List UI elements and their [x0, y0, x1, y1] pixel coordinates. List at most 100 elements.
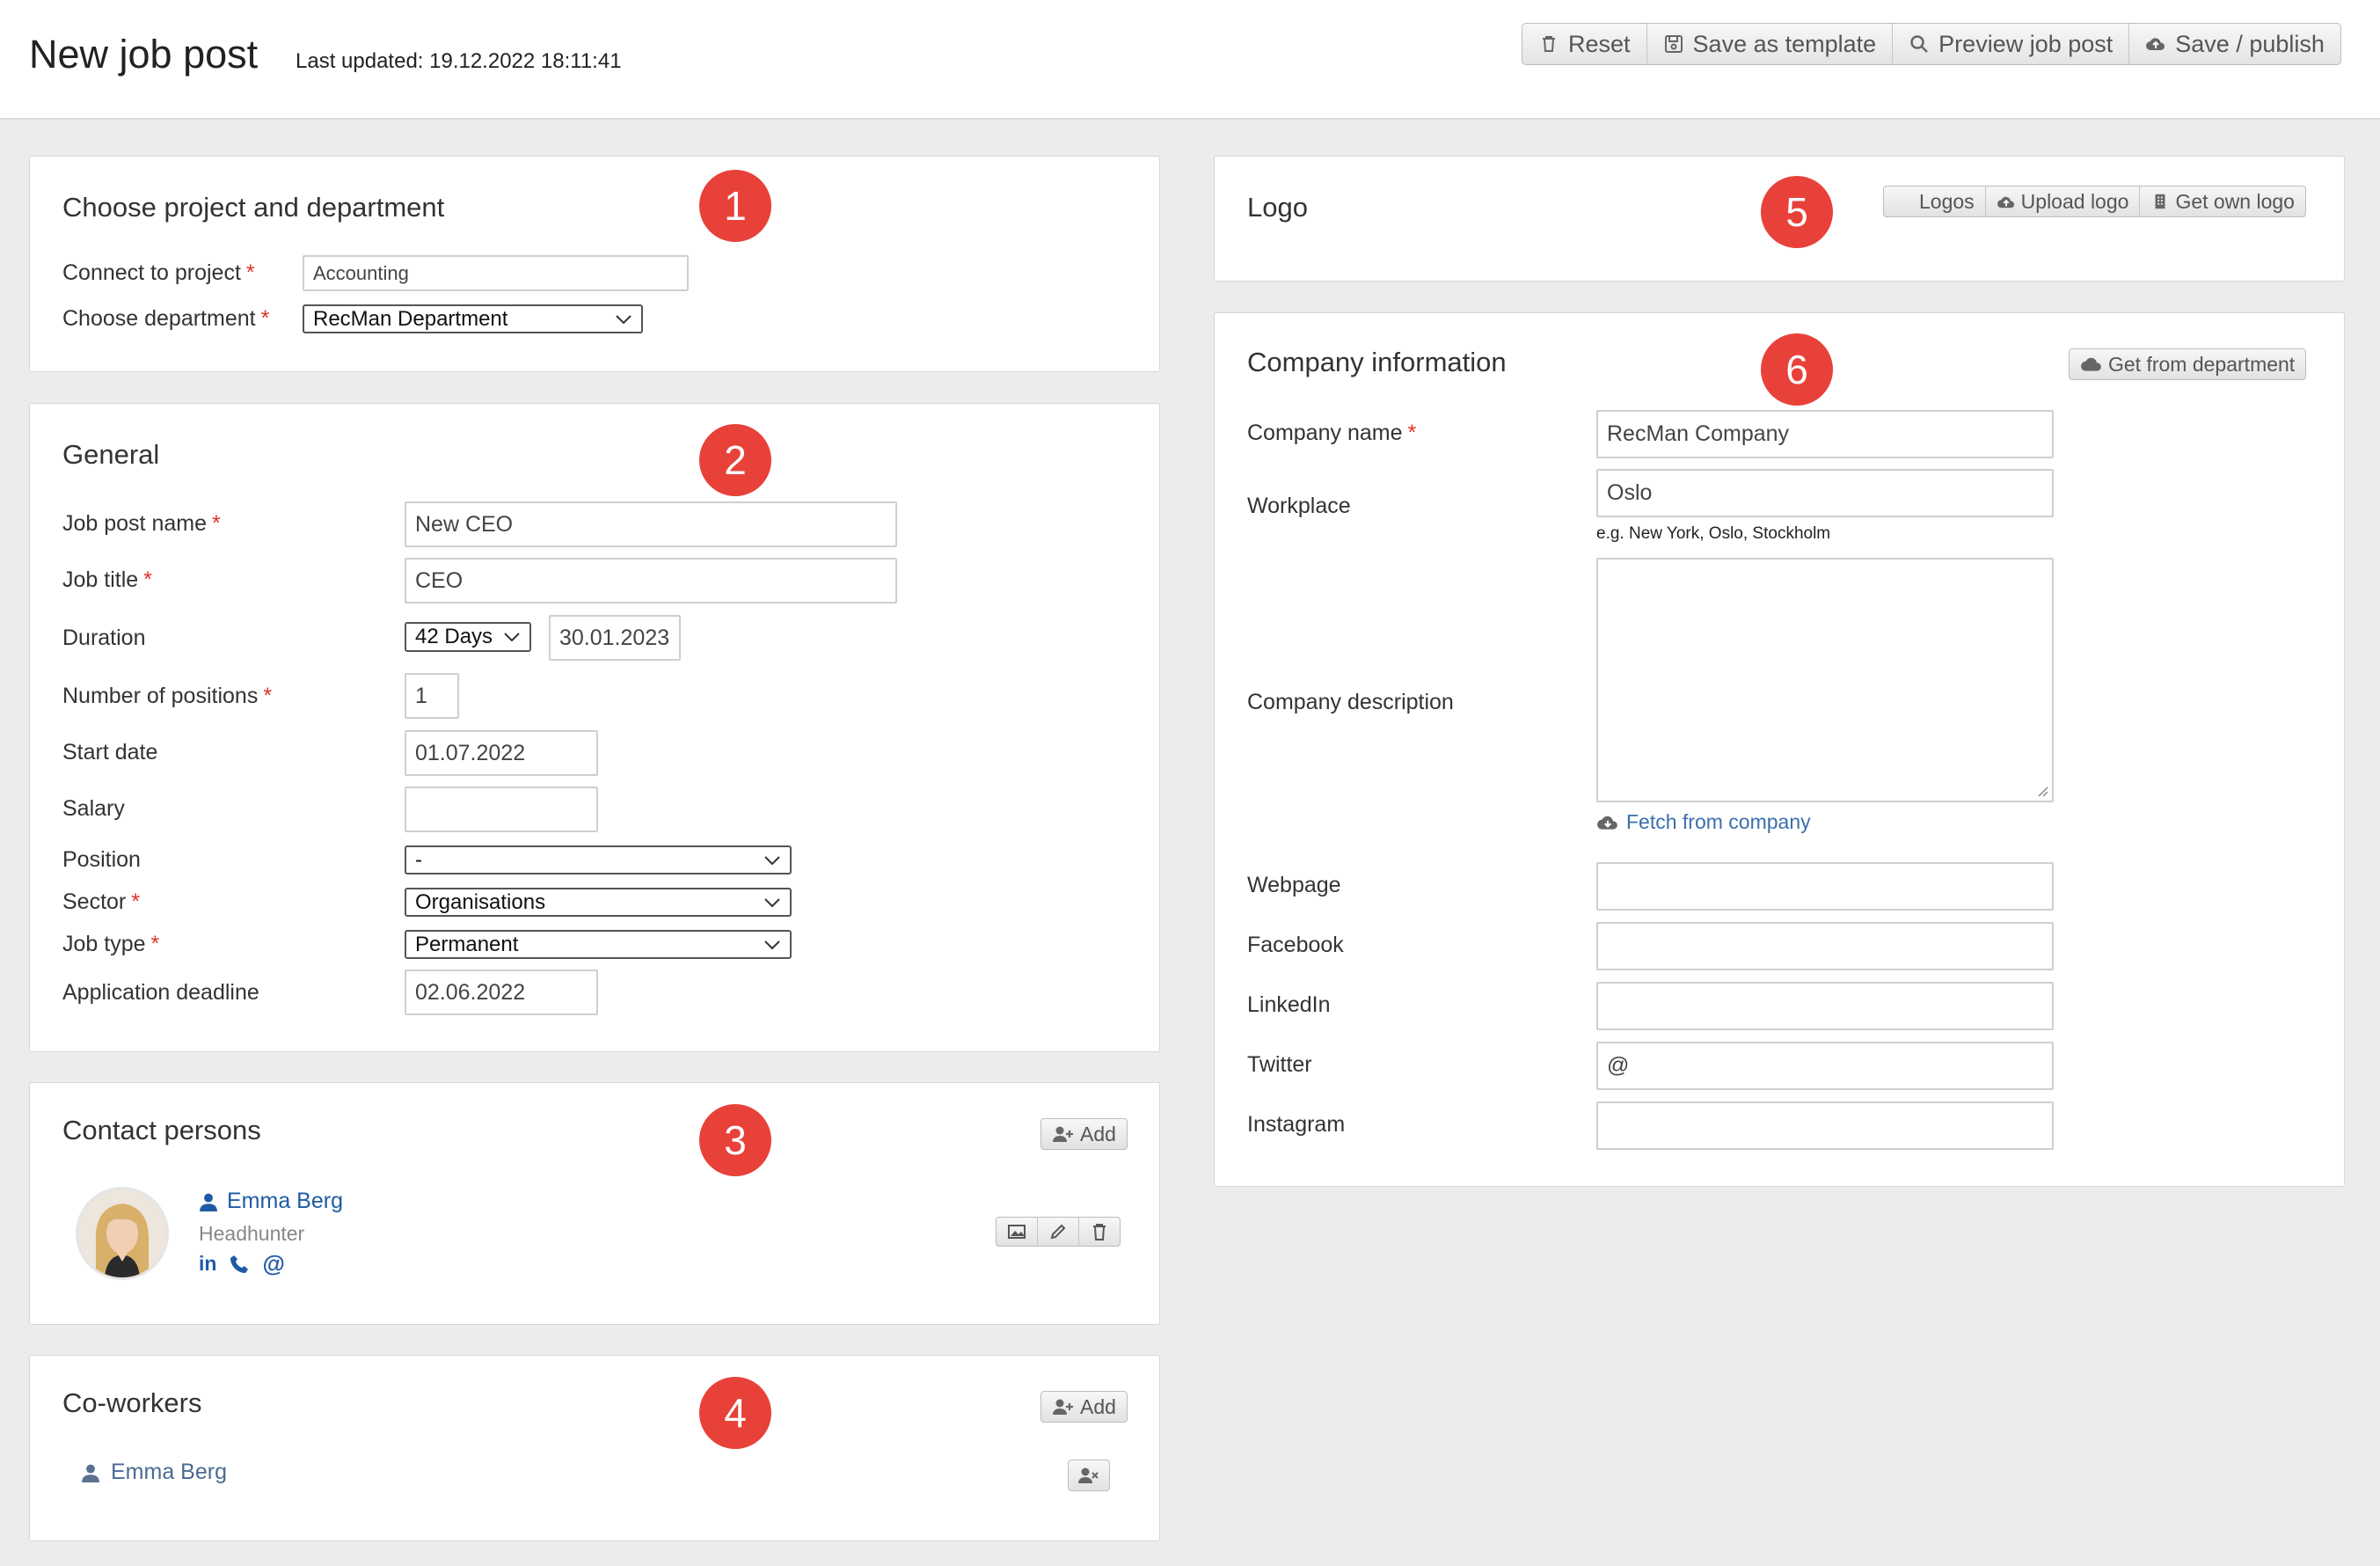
sector-label: Sector *: [62, 889, 140, 914]
contact-actions: [996, 1217, 1121, 1247]
contact-persons-title: Contact persons: [62, 1115, 261, 1145]
linkedin-label: LinkedIn: [1247, 992, 1331, 1017]
positions-label: Number of positions *: [62, 684, 273, 708]
chevron-down-icon: [616, 314, 632, 324]
department-select[interactable]: RecMan Department: [303, 304, 643, 333]
edit-contact-button[interactable]: [1038, 1218, 1079, 1246]
delete-contact-button[interactable]: [1079, 1218, 1120, 1246]
upload-logo-button[interactable]: Upload logo: [1986, 187, 2141, 216]
workplace-label: Workplace: [1247, 494, 1351, 518]
chevron-down-icon: [764, 855, 780, 865]
duration-select[interactable]: 42 Days: [405, 622, 531, 652]
position-label: Position: [62, 847, 141, 872]
badge-1: 1: [699, 170, 771, 242]
deadline-input[interactable]: 02.06.2022: [405, 970, 598, 1015]
reset-label: Reset: [1568, 30, 1631, 57]
cloud-download-icon: [1597, 816, 1617, 830]
trash-icon: [1543, 36, 1555, 52]
instagram-input[interactable]: [1596, 1101, 2054, 1150]
position-select[interactable]: -: [405, 845, 792, 874]
start-date-label: Start date: [62, 740, 158, 765]
resize-handle-icon[interactable]: [2037, 786, 2049, 798]
salary-input[interactable]: [405, 787, 598, 832]
cloud-upload-icon: [1997, 196, 2014, 209]
company-description-label: Company description: [1247, 690, 1454, 714]
add-user-icon: [1053, 1399, 1073, 1415]
linkedin-icon[interactable]: in: [199, 1252, 216, 1276]
preview-job-post-button[interactable]: Preview job post: [1893, 24, 2130, 64]
email-icon[interactable]: @: [262, 1250, 284, 1277]
job-title-input[interactable]: CEO: [405, 558, 897, 604]
last-updated-text: Last updated: 19.12.2022 18:11:41: [296, 49, 622, 73]
company-name-input[interactable]: RecMan Company: [1596, 410, 2054, 458]
connect-project-input[interactable]: Accounting: [303, 255, 689, 291]
project-panel: Choose project and department 1 Connect …: [29, 156, 1160, 372]
get-from-department-button[interactable]: Get from department: [2069, 348, 2307, 380]
contact-person-name[interactable]: Emma Berg: [227, 1189, 343, 1214]
company-description-textarea[interactable]: [1596, 558, 2054, 802]
company-name-label: Company name *: [1247, 421, 1417, 445]
get-own-logo-button[interactable]: Get own logo: [2140, 187, 2305, 216]
reset-button[interactable]: Reset: [1522, 24, 1647, 64]
positions-input[interactable]: 1: [405, 673, 459, 719]
job-post-name-label: Job post name *: [62, 511, 221, 536]
avatar: [76, 1187, 169, 1280]
fetch-from-company-link[interactable]: Fetch from company: [1596, 810, 1811, 834]
facebook-input[interactable]: [1596, 922, 2054, 970]
save-as-template-label: Save as template: [1692, 30, 1877, 57]
pencil-icon: [1050, 1224, 1066, 1240]
duration-date-field[interactable]: 30.01.2023: [549, 615, 681, 661]
general-panel-title: General: [62, 439, 160, 470]
webpage-input[interactable]: [1596, 862, 2054, 911]
coworkers-title: Co-workers: [62, 1387, 202, 1418]
save-as-template-button[interactable]: Save as template: [1647, 24, 1894, 64]
badge-6: 6: [1761, 333, 1833, 406]
get-own-logo-label: Get own logo: [2175, 189, 2295, 213]
project-panel-title: Choose project and department: [62, 192, 445, 223]
remove-coworker-button[interactable]: [1068, 1460, 1110, 1491]
trash-icon: [1093, 1224, 1106, 1240]
job-type-select[interactable]: Permanent: [405, 930, 792, 959]
facebook-label: Facebook: [1247, 933, 1344, 957]
sector-select[interactable]: Organisations: [405, 888, 792, 917]
add-contact-label: Add: [1080, 1122, 1116, 1145]
coworker-name[interactable]: Emma Berg: [111, 1460, 227, 1485]
search-icon: [1910, 35, 1929, 53]
change-image-button[interactable]: [997, 1218, 1038, 1246]
twitter-input[interactable]: @: [1596, 1042, 2054, 1090]
user-icon: [200, 1193, 217, 1211]
workplace-input[interactable]: Oslo: [1596, 469, 2054, 517]
floppy-icon: [1664, 35, 1683, 53]
phone-icon[interactable]: [229, 1254, 250, 1275]
preview-label: Preview job post: [1938, 30, 2114, 57]
start-date-input[interactable]: 01.07.2022: [405, 730, 598, 776]
connect-project-label: Connect to project *: [62, 260, 255, 285]
contact-person-name-row[interactable]: Emma Berg: [199, 1189, 343, 1214]
linkedin-input[interactable]: [1596, 982, 2054, 1030]
job-title-label: Job title *: [62, 567, 152, 592]
general-panel: General 2 Job post name * New CEO Job tit…: [29, 403, 1160, 1052]
logos-button[interactable]: Logos: [1884, 187, 1986, 216]
workplace-hint: e.g. New York, Oslo, Stockholm: [1596, 524, 1831, 543]
logo-title: Logo: [1247, 192, 1308, 223]
logo-panel: Logo 5 Logos Upload logo Get own logo: [1214, 156, 2345, 282]
coworker-row[interactable]: Emma Berg: [81, 1460, 227, 1485]
save-publish-button[interactable]: Save / publish: [2129, 24, 2340, 64]
twitter-label: Twitter: [1247, 1052, 1312, 1077]
badge-4: 4: [699, 1377, 771, 1449]
logos-label: Logos: [1919, 189, 1975, 213]
top-bar: New job post Last updated: 19.12.2022 18…: [0, 0, 2380, 120]
remove-user-icon: [1078, 1467, 1099, 1483]
building-icon: [2155, 194, 2165, 209]
badge-2: 2: [699, 424, 771, 496]
add-coworker-button[interactable]: Add: [1040, 1391, 1128, 1423]
add-contact-button[interactable]: Add: [1040, 1118, 1128, 1150]
job-type-label: Job type *: [62, 932, 160, 956]
cloud-upload-icon: [2146, 38, 2165, 50]
duration-label: Duration: [62, 626, 146, 650]
badge-5: 5: [1761, 176, 1833, 248]
job-post-name-input[interactable]: New CEO: [405, 501, 897, 547]
user-icon: [82, 1464, 99, 1482]
add-user-icon: [1053, 1126, 1073, 1142]
upload-logo-label: Upload logo: [2020, 189, 2129, 213]
